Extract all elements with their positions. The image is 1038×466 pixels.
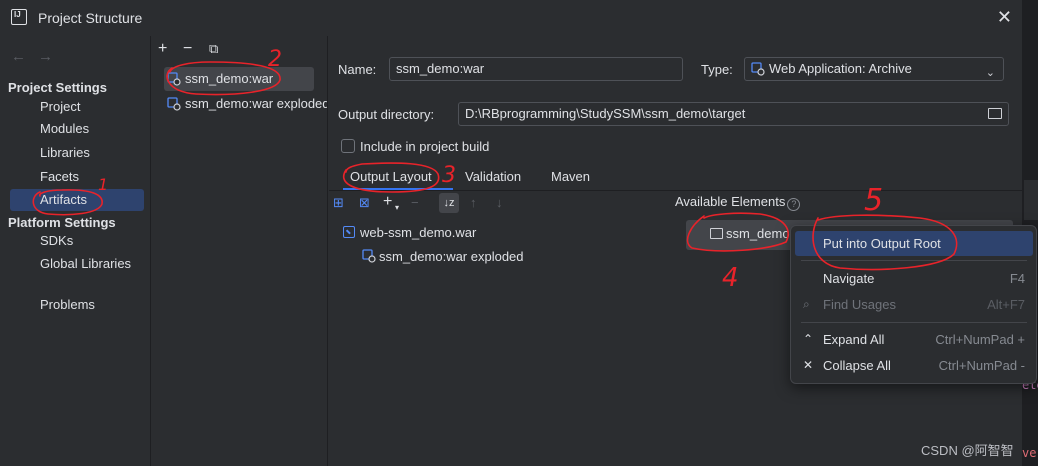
type-value: Web Application: Archive xyxy=(769,61,912,76)
nav-item-global-libraries[interactable]: Global Libraries xyxy=(10,253,144,275)
nav-item-project[interactable]: Project xyxy=(10,96,144,118)
expand-all-icon: ⌃ xyxy=(803,332,814,346)
artifact-label: ssm_demo:war exploded xyxy=(185,96,328,111)
nav-item-problems[interactable]: Problems xyxy=(10,294,144,316)
collapse-all-icon: ✕ xyxy=(803,358,814,372)
output-directory-label: Output directory: xyxy=(338,107,435,122)
layout-tree-root[interactable]: web-ssm_demo.war xyxy=(343,225,476,240)
menu-item-collapse-all[interactable]: ✕ Collapse All Ctrl+NumPad - xyxy=(795,353,1033,378)
nav-item-libraries[interactable]: Libraries xyxy=(10,142,144,164)
copy-icon[interactable]: ⧉ xyxy=(209,41,218,57)
move-up-icon: ↑ xyxy=(470,195,477,210)
layout-child-label: ssm_demo:war exploded xyxy=(379,249,524,264)
nav-item-facets[interactable]: Facets xyxy=(10,166,144,188)
type-label: Type: xyxy=(701,62,733,77)
add-archive-icon[interactable]: ⊠ xyxy=(359,195,370,211)
layout-tree-child[interactable]: ssm_demo:war exploded xyxy=(362,249,524,264)
output-directory-value: D:\RBprogramming\StudySSM\ssm_demo\targe… xyxy=(465,106,746,121)
web-artifact-icon xyxy=(167,72,181,86)
tab-divider xyxy=(329,190,1022,191)
context-menu: Put into Output Root Navigate F4 ⌕ Find … xyxy=(790,225,1037,384)
menu-item-put-into-output-root[interactable]: Put into Output Root xyxy=(795,231,1033,256)
archive-icon xyxy=(343,226,355,238)
menu-item-label: Collapse All xyxy=(823,358,891,373)
menu-item-label: Find Usages xyxy=(823,297,896,312)
artifact-label: ssm_demo:war xyxy=(185,71,274,86)
menu-item-label: Navigate xyxy=(823,271,875,286)
module-folder-icon xyxy=(710,228,723,239)
name-field[interactable]: ssm_demo:war xyxy=(389,57,683,81)
help-icon[interactable]: ? xyxy=(787,198,801,211)
nav-item-sdks[interactable]: SDKs xyxy=(10,230,144,252)
menu-item-shortcut: F4 xyxy=(1009,271,1025,286)
web-artifact-icon xyxy=(167,97,181,111)
type-combo[interactable]: Web Application: Archive ⌄ xyxy=(744,57,1004,81)
sort-icon[interactable]: ↓z xyxy=(439,193,459,213)
forward-arrow-icon[interactable]: → xyxy=(38,48,65,65)
title-bar: Project Structure ✕ xyxy=(0,0,1022,36)
layout-toolbar: ⊞ ⊠ + ▾ − ↓z ↑ ↓ xyxy=(329,193,669,215)
menu-separator xyxy=(801,260,1027,261)
artifact-item-war[interactable]: ssm_demo:war xyxy=(164,67,314,91)
menu-item-label: Expand All xyxy=(823,332,885,347)
add-copy-icon[interactable]: + xyxy=(383,193,392,211)
web-artifact-icon xyxy=(362,249,376,263)
menu-item-label: Put into Output Root xyxy=(823,236,941,251)
back-forward-arrows[interactable]: ←→ xyxy=(11,48,65,65)
remove-icon: − xyxy=(411,195,419,210)
back-arrow-icon[interactable]: ← xyxy=(11,48,38,65)
menu-item-shortcut: Ctrl+NumPad + xyxy=(935,332,1025,347)
settings-navigation: ←→ Project Settings Project Modules Libr… xyxy=(0,36,151,466)
include-in-build-checkbox[interactable] xyxy=(341,139,355,153)
dialog-title: Project Structure xyxy=(38,10,143,26)
tab-output-layout[interactable]: Output Layout xyxy=(350,169,432,184)
menu-item-find-usages: ⌕ Find Usages Alt+F7 xyxy=(795,292,1033,317)
close-icon[interactable]: ✕ xyxy=(997,8,1012,26)
menu-item-shortcut: Alt+F7 xyxy=(987,297,1025,312)
move-down-icon: ↓ xyxy=(496,195,503,210)
output-directory-field[interactable]: D:\RBprogramming\StudySSM\ssm_demo\targe… xyxy=(458,102,1009,126)
watermark: CSDN @阿智智 xyxy=(921,443,1014,458)
available-element-label: ssm_demo xyxy=(726,226,790,241)
add-icon[interactable]: + xyxy=(158,40,167,58)
platform-settings-header: Platform Settings xyxy=(8,215,116,230)
available-elements-header: Available Elements? xyxy=(675,194,801,211)
artifact-item-war-exploded[interactable]: ssm_demo:war exploded xyxy=(164,92,328,116)
nav-item-modules[interactable]: Modules xyxy=(10,118,144,140)
include-in-build-label: Include in project build xyxy=(360,139,490,154)
project-settings-header: Project Settings xyxy=(8,80,107,95)
tab-maven[interactable]: Maven xyxy=(551,169,590,184)
new-directory-icon[interactable]: ⊞ xyxy=(333,195,344,211)
available-elements-label: Available Elements xyxy=(675,194,786,209)
name-label: Name: xyxy=(338,62,377,77)
folder-icon[interactable] xyxy=(988,108,1002,119)
artifacts-panel: + − ⧉ ssm_demo:war ssm_demo:war exploded xyxy=(152,36,328,466)
remove-icon[interactable]: − xyxy=(183,40,192,58)
intellij-logo-icon xyxy=(11,9,27,25)
layout-root-label: web-ssm_demo.war xyxy=(360,225,477,240)
menu-item-navigate[interactable]: Navigate F4 xyxy=(795,266,1033,291)
search-icon: ⌕ xyxy=(803,297,810,311)
menu-item-expand-all[interactable]: ⌃ Expand All Ctrl+NumPad + xyxy=(795,327,1033,352)
menu-item-shortcut: Ctrl+NumPad - xyxy=(938,358,1025,373)
chevron-down-icon[interactable]: ▾ xyxy=(395,203,399,212)
chevron-down-icon: ⌄ xyxy=(985,67,995,79)
tab-validation[interactable]: Validation xyxy=(465,169,521,184)
editor-scroll-thumb xyxy=(1024,180,1038,220)
menu-separator xyxy=(801,322,1027,323)
editor-text-fragment: ve xyxy=(1022,446,1037,460)
web-artifact-icon xyxy=(751,62,765,76)
nav-item-artifacts[interactable]: Artifacts xyxy=(10,189,144,211)
